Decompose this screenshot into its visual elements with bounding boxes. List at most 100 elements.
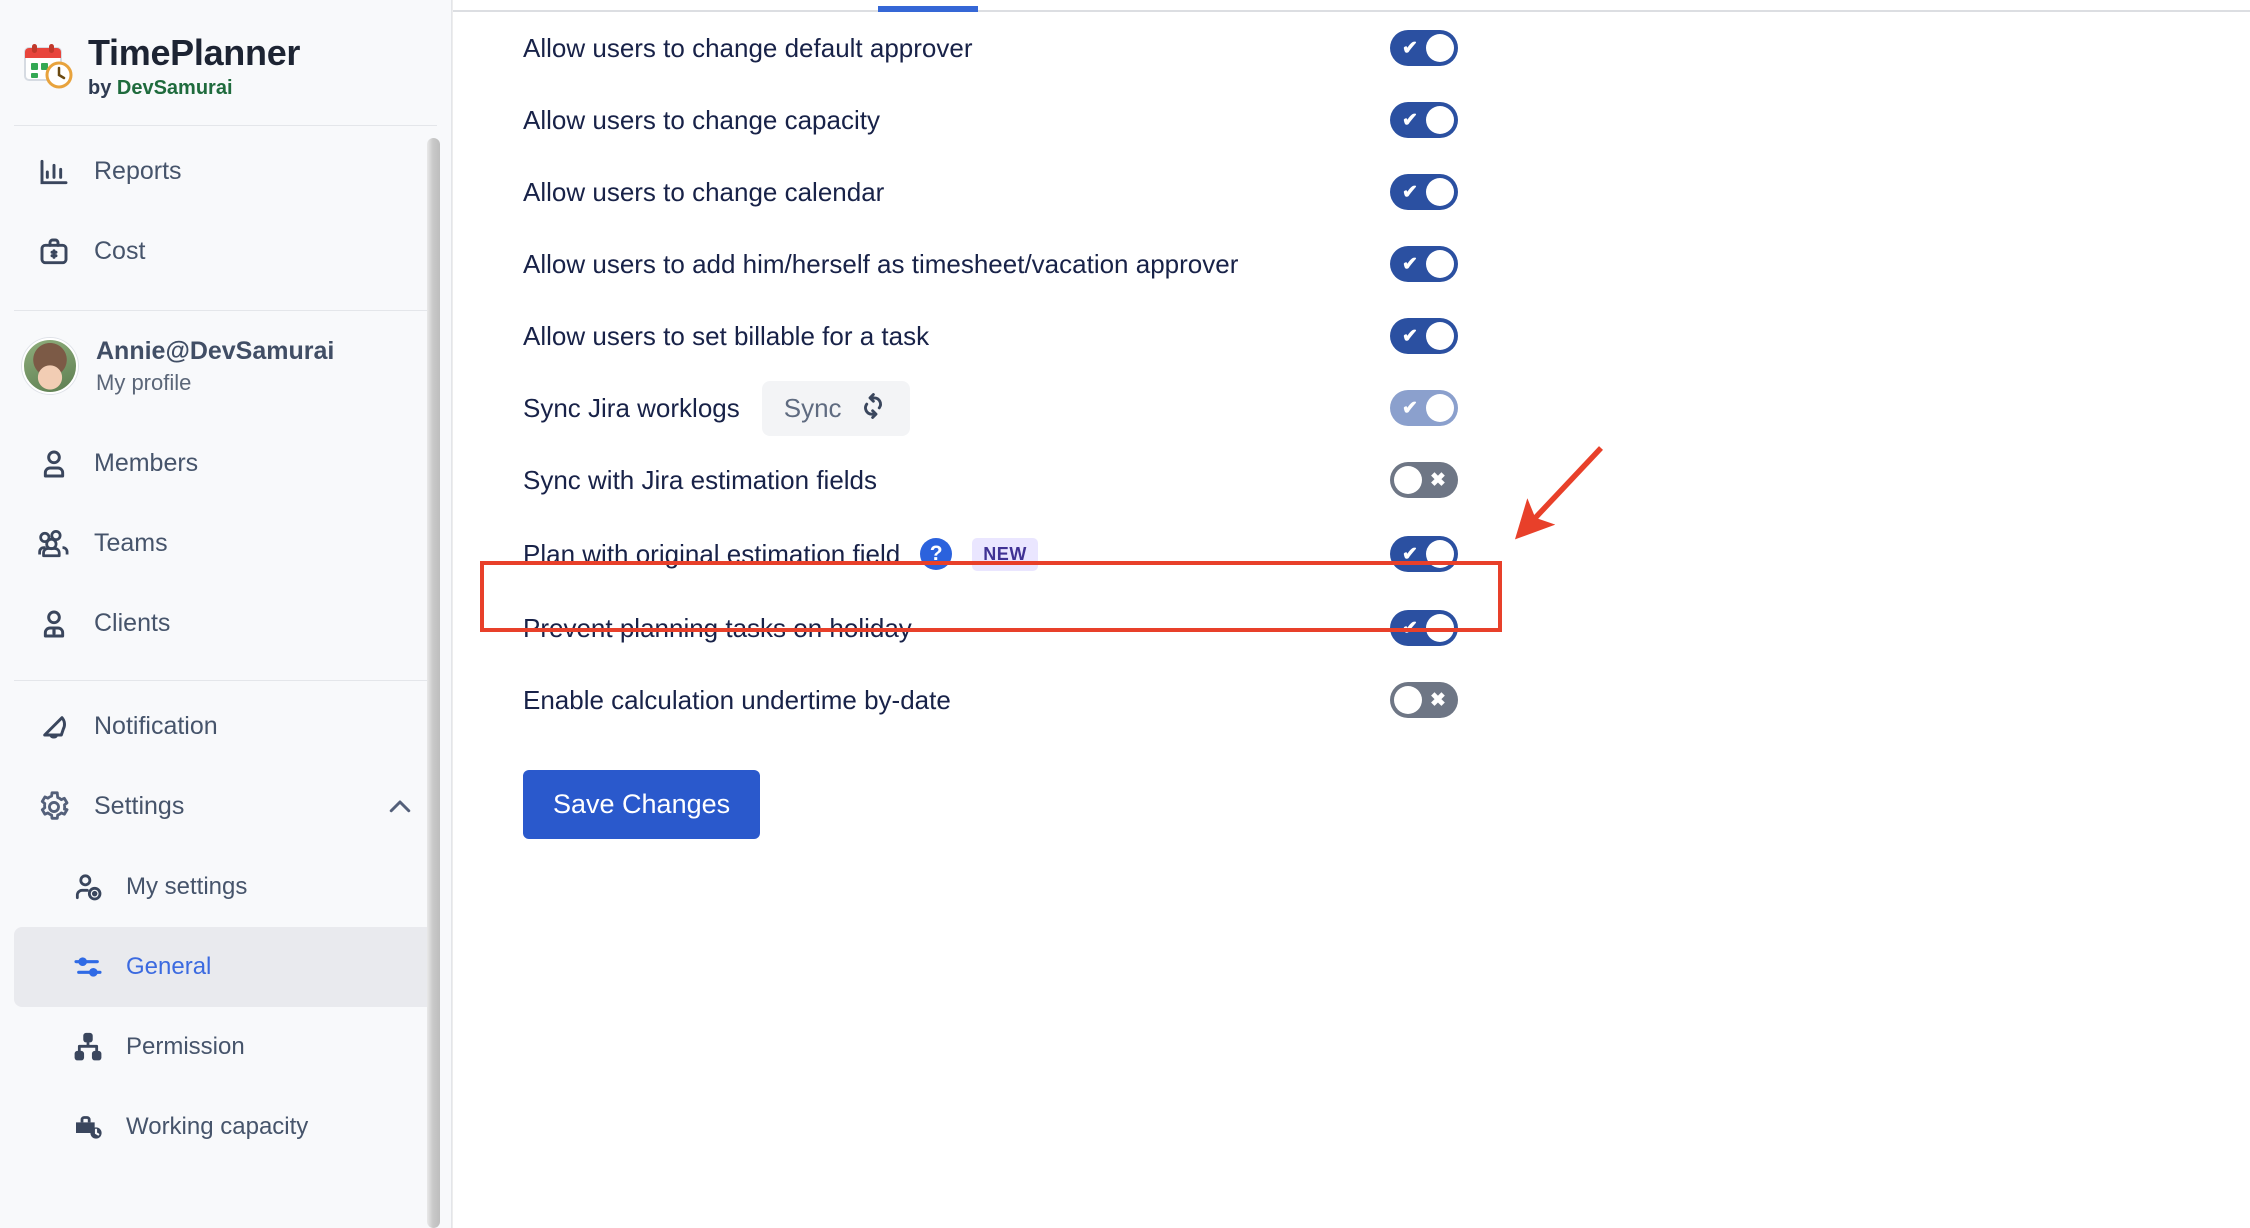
sidebar-item-label: Settings [94, 792, 185, 821]
toggle-knob [1426, 322, 1454, 350]
sidebar-item-label: Teams [94, 529, 168, 558]
sidebar-item-settings[interactable]: Settings [14, 767, 437, 847]
chevron-up-icon[interactable] [385, 792, 415, 822]
sidebar-item-notification[interactable]: Notification [14, 687, 437, 767]
sidebar-item-label: Permission [126, 1032, 245, 1060]
org-chart-icon [70, 1029, 106, 1065]
close-icon: ✖ [1430, 469, 1446, 491]
sidebar-scrollbar[interactable] [426, 0, 440, 1228]
toggle-knob [1426, 614, 1454, 642]
close-icon: ✖ [1430, 689, 1446, 711]
main-content: Allow users to change default approver ✔… [452, 0, 2250, 1228]
sidebar-item-clients[interactable]: Clients [14, 584, 437, 664]
question-mark-icon[interactable]: ? [920, 538, 953, 570]
setting-label: Allow users to change calendar [523, 176, 885, 207]
brand-title: TimePlanner [88, 32, 301, 73]
brand-by-name: DevSamurai [116, 76, 233, 99]
user-cog-icon [70, 869, 106, 905]
setting-label: Plan with original estimation field [523, 538, 901, 569]
setting-row: Allow users to change capacity ✔ [523, 84, 1458, 156]
sidebar-item-label: My settings [126, 872, 248, 900]
setting-label: Sync with Jira estimation fields [523, 464, 878, 495]
setting-label: Allow users to add him/herself as timesh… [523, 248, 1239, 279]
toggle-sync-jira-estimation-fields[interactable]: ✖ [1390, 462, 1458, 498]
check-icon: ✔ [1402, 181, 1418, 203]
check-icon: ✔ [1402, 543, 1418, 565]
sidebar-item-label: Reports [94, 157, 182, 186]
sidebar-item-permission[interactable]: Permission [14, 1007, 437, 1087]
brand[interactable]: TimePlanner by DevSamurai [0, 0, 451, 125]
users-group-icon [36, 526, 72, 562]
setting-row: Sync with Jira estimation fields ✖ [523, 444, 1458, 516]
sidebar-item-label: Clients [94, 609, 171, 638]
avatar [22, 338, 78, 395]
toggle-knob [1394, 466, 1422, 494]
setting-row: Allow users to add him/herself as timesh… [523, 228, 1458, 300]
gear-icon [36, 789, 72, 825]
refresh-icon [858, 391, 888, 426]
toggle-plan-with-original-estimation[interactable]: ✔ [1390, 536, 1458, 572]
save-changes-button[interactable]: Save Changes [523, 770, 761, 839]
setting-label: Allow users to set billable for a task [523, 320, 930, 351]
profile-block[interactable]: Annie@DevSamurai My profile [0, 311, 451, 418]
toggle-knob [1426, 394, 1454, 422]
sync-button[interactable]: Sync [761, 380, 910, 436]
setting-row: Allow users to change default approver ✔ [523, 12, 1458, 84]
sidebar-nav-bottom: Notification Settings My settings Genera… [0, 681, 451, 1167]
bar-chart-icon [36, 154, 72, 190]
briefcase-dollar-icon [36, 234, 72, 270]
toggle-knob [1426, 106, 1454, 134]
sidebar-item-my-settings[interactable]: My settings [14, 847, 437, 927]
toggle-allow-change-default-approver[interactable]: ✔ [1390, 30, 1458, 66]
general-settings-panel: Allow users to change default approver ✔… [453, 12, 2250, 839]
sidebar-nav-top: Reports Cost [0, 126, 451, 292]
app-root: TimePlanner by DevSamurai Reports Cost A… [0, 0, 2250, 1228]
check-icon: ✔ [1402, 253, 1418, 275]
sidebar-item-label: Notification [94, 712, 218, 741]
toggle-knob [1394, 686, 1422, 714]
setting-row: Sync Jira worklogs Sync ✔ [523, 372, 1458, 444]
new-badge: NEW [972, 537, 1038, 571]
toggle-allow-self-approver[interactable]: ✔ [1390, 246, 1458, 282]
user-lock-icon [36, 606, 72, 642]
sidebar-item-working-capacity[interactable]: Working capacity [14, 1087, 437, 1167]
check-icon: ✔ [1402, 37, 1418, 59]
sidebar-scrollbar-thumb[interactable] [427, 138, 440, 1228]
setting-label: Prevent planning tasks on holiday [523, 612, 912, 643]
user-icon [36, 446, 72, 482]
toggle-prevent-planning-on-holiday[interactable]: ✔ [1390, 610, 1458, 646]
toggle-allow-change-calendar[interactable]: ✔ [1390, 174, 1458, 210]
sidebar-item-general[interactable]: General [14, 926, 437, 1007]
setting-row: Allow users to set billable for a task ✔ [523, 300, 1458, 372]
check-icon: ✔ [1402, 397, 1418, 419]
toggle-knob [1426, 178, 1454, 206]
sidebar-nav-mid: Members Teams Clients [0, 418, 451, 664]
sidebar-item-teams[interactable]: Teams [14, 504, 437, 584]
toggle-knob [1426, 540, 1454, 568]
sidebar-item-label: General [126, 952, 212, 980]
sync-button-label: Sync [783, 392, 842, 423]
brand-by-prefix: by [88, 76, 117, 99]
toggle-allow-change-capacity[interactable]: ✔ [1390, 102, 1458, 138]
sidebar-item-members[interactable]: Members [14, 424, 437, 504]
calendar-clock-icon [22, 40, 74, 92]
sidebar-item-reports[interactable]: Reports [14, 132, 437, 212]
sliders-icon [70, 949, 106, 985]
toggle-enable-undertime-by-date[interactable]: ✖ [1390, 682, 1458, 718]
sidebar-item-label: Cost [94, 237, 146, 266]
sidebar: TimePlanner by DevSamurai Reports Cost A… [0, 0, 452, 1228]
check-icon: ✔ [1402, 617, 1418, 639]
setting-label: Allow users to change capacity [523, 104, 880, 135]
toggle-allow-set-billable[interactable]: ✔ [1390, 318, 1458, 354]
setting-label: Sync Jira worklogs [523, 392, 740, 423]
toggle-sync-jira-worklogs[interactable]: ✔ [1390, 390, 1458, 426]
toggle-knob [1426, 34, 1454, 62]
sidebar-item-label: Members [94, 449, 199, 478]
bell-icon [36, 709, 72, 745]
check-icon: ✔ [1402, 325, 1418, 347]
setting-label: Allow users to change default approver [523, 32, 973, 63]
toggle-knob [1426, 250, 1454, 278]
sidebar-item-cost[interactable]: Cost [14, 212, 437, 292]
my-profile-link[interactable]: My profile [96, 370, 334, 396]
brand-subtitle: by DevSamurai [88, 76, 300, 99]
